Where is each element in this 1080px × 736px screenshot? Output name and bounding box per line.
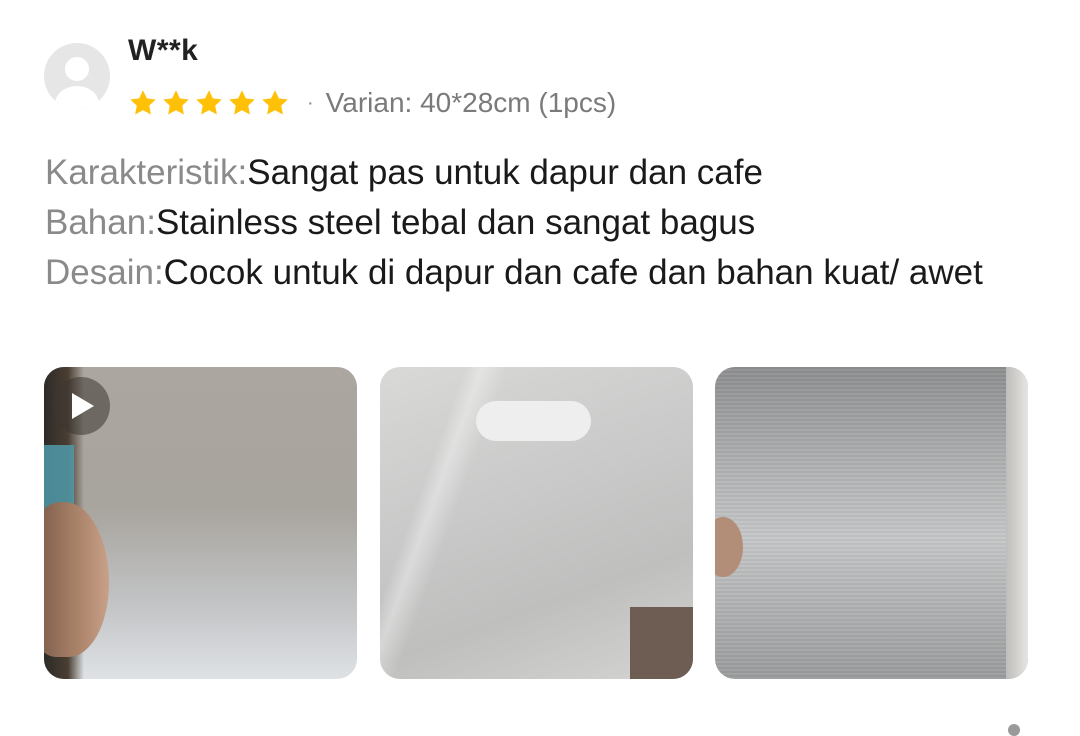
attribute-line: Bahan:Stainless steel tebal dan sangat b…: [45, 198, 1045, 248]
reviewer-username: W**k: [128, 34, 199, 67]
star-rating: [128, 88, 293, 118]
meta-separator: ·: [307, 91, 314, 114]
play-button[interactable]: [52, 377, 110, 435]
avatar-head-shape: [65, 57, 89, 81]
review-media-gallery: [44, 367, 1029, 679]
attribute-key: Desain:: [45, 253, 164, 292]
star-icon: [227, 88, 257, 118]
attribute-line: Desain:Cocok untuk di dapur dan cafe dan…: [45, 248, 1045, 298]
review-card: W**k · Varian: 40*28cm (1pcs) Karakteris…: [0, 0, 1080, 736]
star-icon: [194, 88, 224, 118]
attribute-key: Bahan:: [45, 203, 156, 242]
review-meta-row: · Varian: 40*28cm (1pcs): [128, 84, 616, 122]
review-video-thumbnail[interactable]: [44, 367, 357, 679]
attribute-value: Sangat pas untuk dapur dan cafe: [247, 153, 763, 192]
scroll-indicator: [1008, 724, 1020, 736]
photo-background-shape: [1006, 367, 1028, 679]
avatar[interactable]: [44, 43, 110, 109]
attribute-value: Stainless steel tebal dan sangat bagus: [155, 203, 756, 242]
photo-handle-shape: [476, 401, 591, 441]
play-icon: [72, 393, 94, 419]
photo-hand-shape: [44, 502, 109, 657]
review-attributes: Karakteristik:Sangat pas untuk dapur dan…: [45, 148, 1045, 298]
attribute-key: Karakteristik:: [45, 153, 248, 192]
star-icon: [260, 88, 290, 118]
variant-label: Varian: 40*28cm (1pcs): [325, 87, 617, 118]
review-photo-thumbnail[interactable]: [380, 367, 693, 679]
attribute-line: Karakteristik:Sangat pas untuk dapur dan…: [45, 148, 1045, 198]
review-photo-thumbnail[interactable]: [715, 367, 1028, 679]
star-icon: [128, 88, 158, 118]
avatar-body-shape: [55, 86, 99, 109]
photo-sheen-shape: [715, 367, 1028, 679]
photo-background-shape: [630, 607, 693, 679]
attribute-value: Cocok untuk di dapur dan cafe dan bahan …: [163, 253, 983, 292]
star-icon: [161, 88, 191, 118]
